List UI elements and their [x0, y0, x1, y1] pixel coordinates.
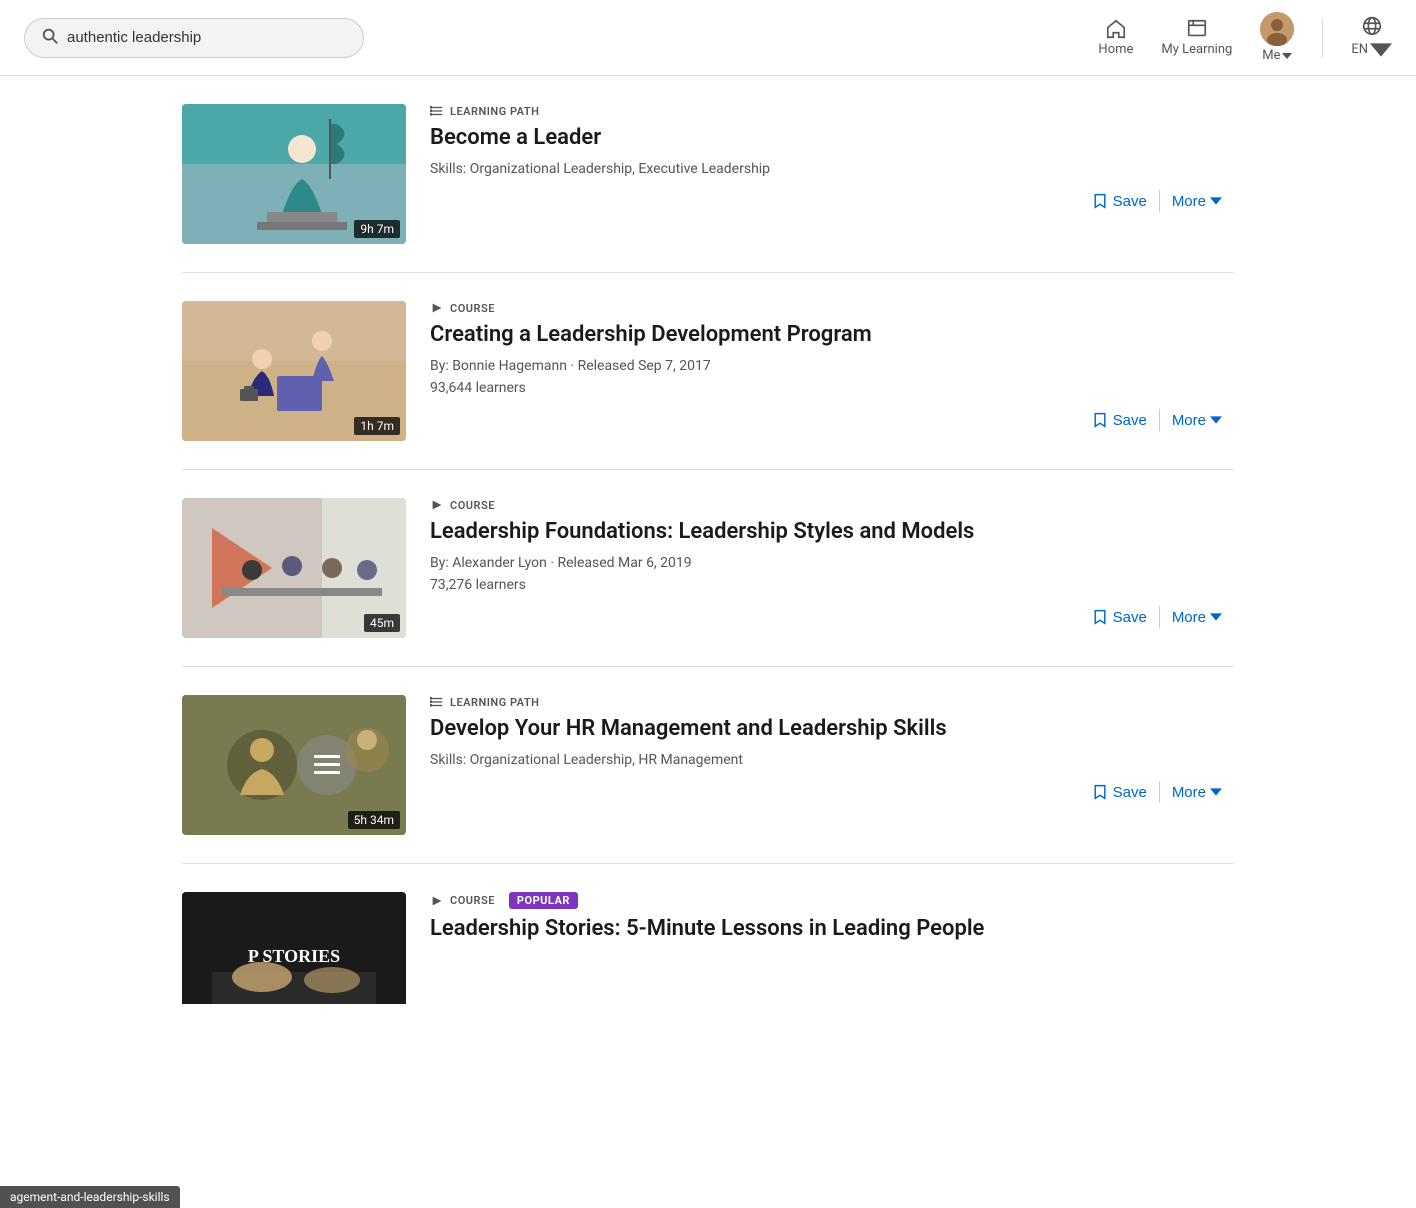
item-learners: 93,644 learners — [430, 380, 1234, 396]
result-thumbnail[interactable]: 5h 34m — [182, 695, 406, 835]
item-type-label: COURSE — [430, 301, 1234, 315]
result-content: LEARNING PATH Become a Leader Skills: Or… — [430, 104, 1234, 214]
item-type-label: COURSE — [430, 498, 1234, 512]
duration-badge: 9h 7m — [354, 220, 400, 238]
more-chevron-icon — [1210, 414, 1222, 426]
nav-me[interactable]: Me — [1260, 12, 1294, 63]
search-input[interactable] — [67, 29, 347, 46]
item-title[interactable]: Creating a Leadership Development Progra… — [430, 321, 1234, 350]
nav-language[interactable]: EN — [1351, 15, 1392, 61]
more-chevron-icon — [1210, 786, 1222, 798]
bottom-tooltip: agement-and-leadership-skills — [0, 1186, 180, 1208]
lang-label: EN — [1351, 42, 1368, 57]
me-label-text: Me — [1262, 48, 1280, 63]
more-button[interactable]: More — [1160, 189, 1234, 214]
search-results: 9h 7m LEARNING PATH Become a Leader Skil… — [158, 76, 1258, 1004]
result-item: 1h 7m COURSE Creating a Leadership Devel… — [182, 273, 1234, 470]
save-button[interactable]: Save — [1080, 605, 1159, 630]
result-thumbnail[interactable]: 1h 7m — [182, 301, 406, 441]
save-button[interactable]: Save — [1080, 408, 1159, 433]
result-item: 9h 7m LEARNING PATH Become a Leader Skil… — [182, 76, 1234, 273]
more-chevron-icon — [1210, 195, 1222, 207]
item-title[interactable]: Leadership Foundations: Leadership Style… — [430, 518, 1234, 547]
chevron-down-icon — [1282, 53, 1292, 59]
item-title[interactable]: Develop Your HR Management and Leadershi… — [430, 715, 1234, 744]
learning-path-icon — [430, 104, 444, 118]
popular-badge: POPULAR — [509, 892, 578, 909]
my-learning-label: My Learning — [1161, 42, 1232, 57]
bookmark-icon — [1092, 193, 1108, 209]
more-button[interactable]: More — [1160, 408, 1234, 433]
lang-chevron-icon — [1370, 39, 1392, 61]
item-skills: Skills: Organizational Leadership, HR Ma… — [430, 752, 1234, 768]
app-header: Home My Learning Me — [0, 0, 1416, 76]
result-content: COURSE Creating a Leadership Development… — [430, 301, 1234, 433]
item-skills: Skills: Organizational Leadership, Execu… — [430, 161, 1234, 177]
more-button[interactable]: More — [1160, 605, 1234, 630]
result-content: COURSE POPULAR Leadership Stories: 5-Min… — [430, 892, 1234, 952]
search-bar[interactable] — [24, 18, 364, 58]
save-button[interactable]: Save — [1080, 780, 1159, 805]
bookmark-icon — [1092, 784, 1108, 800]
item-actions: Save More — [430, 408, 1234, 433]
duration-badge: 1h 7m — [354, 417, 400, 435]
save-button[interactable]: Save — [1080, 189, 1159, 214]
item-title[interactable]: Become a Leader — [430, 124, 1234, 153]
result-content: COURSE Leadership Foundations: Leadershi… — [430, 498, 1234, 630]
result-item: P STORIES COURSE POPULAR Leadership Stor… — [182, 864, 1234, 1004]
bookmark-icon — [1092, 609, 1108, 625]
top-nav: Home My Learning Me — [1098, 12, 1392, 63]
result-item: 45m COURSE Leadership Foundations: Leade… — [182, 470, 1234, 667]
more-button[interactable]: More — [1160, 780, 1234, 805]
item-title[interactable]: Leadership Stories: 5-Minute Lessons in … — [430, 915, 1234, 944]
item-actions: Save More — [430, 780, 1234, 805]
duration-badge: 5h 34m — [348, 811, 400, 829]
svg-text:P STORIES: P STORIES — [248, 946, 340, 966]
home-label: Home — [1098, 42, 1133, 57]
result-thumbnail[interactable]: 45m — [182, 498, 406, 638]
item-actions: Save More — [430, 605, 1234, 630]
more-chevron-icon — [1210, 611, 1222, 623]
item-actions: Save More — [430, 189, 1234, 214]
course-icon — [430, 894, 444, 908]
result-thumbnail[interactable]: 9h 7m — [182, 104, 406, 244]
nav-home[interactable]: Home — [1098, 18, 1133, 57]
item-learners: 73,276 learners — [430, 577, 1234, 593]
item-author-date: By: Bonnie Hagemann · Released Sep 7, 20… — [430, 358, 1234, 374]
nav-my-learning[interactable]: My Learning — [1161, 18, 1232, 57]
item-type-label: LEARNING PATH — [430, 695, 1234, 709]
result-thumbnail[interactable]: P STORIES — [182, 892, 406, 1004]
item-type-label: COURSE POPULAR — [430, 892, 1234, 909]
avatar — [1260, 12, 1294, 46]
search-icon — [41, 27, 59, 49]
item-author-date: By: Alexander Lyon · Released Mar 6, 201… — [430, 555, 1234, 571]
course-icon — [430, 498, 444, 512]
bookmark-icon — [1092, 412, 1108, 428]
course-icon — [430, 301, 444, 315]
nav-divider — [1322, 18, 1323, 58]
duration-badge: 45m — [364, 614, 400, 632]
result-content: LEARNING PATH Develop Your HR Management… — [430, 695, 1234, 805]
result-item: 5h 34m LEARNING PATH Develop Your HR Man… — [182, 667, 1234, 864]
learning-path-icon — [430, 695, 444, 709]
item-type-label: LEARNING PATH — [430, 104, 1234, 118]
